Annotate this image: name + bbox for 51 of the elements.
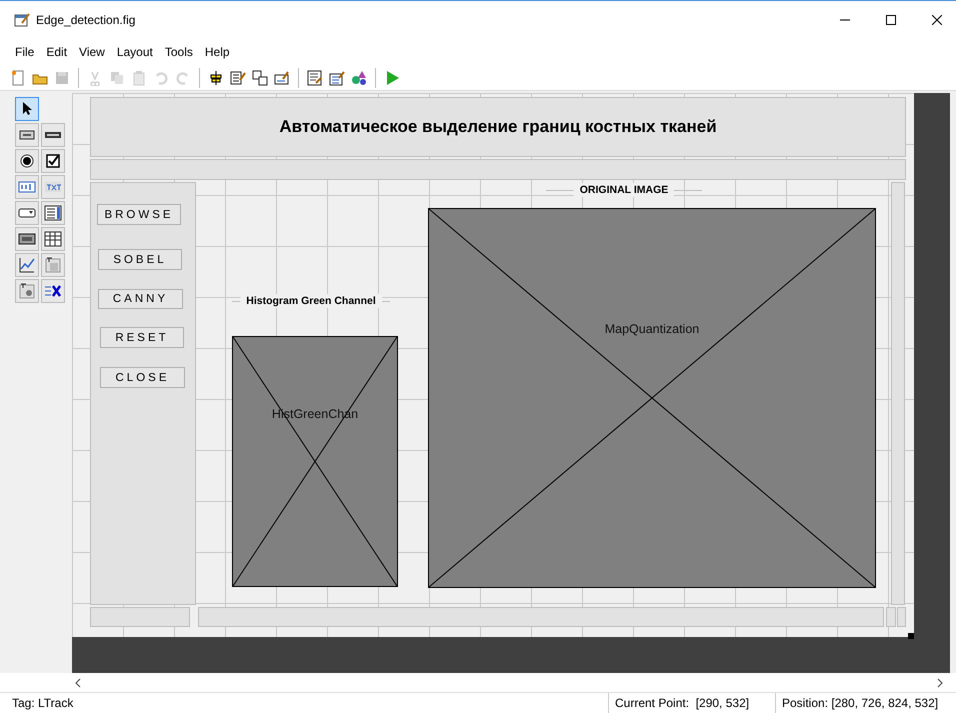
- palette-tool[interactable]: [41, 279, 65, 303]
- editor-icon[interactable]: [230, 70, 246, 86]
- palette-tool[interactable]: [41, 227, 65, 251]
- gui-button[interactable]: CLOSE: [100, 367, 185, 388]
- axes-placeholder[interactable]: [232, 336, 398, 587]
- blank-bar: [886, 607, 896, 627]
- menu-item[interactable]: Layout: [110, 44, 159, 58]
- menu-item[interactable]: Help: [198, 44, 236, 58]
- resize-handle[interactable]: [908, 633, 914, 639]
- menu-item[interactable]: File: [9, 44, 40, 58]
- panel-title: Histogram Green Channel: [240, 294, 382, 308]
- listbox-icon: [44, 204, 62, 222]
- palette-tool[interactable]: [41, 149, 65, 173]
- menu-item[interactable]: View: [73, 44, 111, 58]
- panel-icon: [44, 256, 62, 274]
- palette-tool[interactable]: [15, 253, 39, 277]
- gui-button[interactable]: SOBEL: [98, 249, 182, 270]
- panel-title: ORIGINAL IMAGE: [574, 183, 674, 197]
- palette-tool[interactable]: [15, 201, 39, 225]
- table-icon: [44, 230, 62, 248]
- radio-button-icon: [18, 152, 36, 170]
- palette-tool[interactable]: [15, 149, 39, 173]
- new-file-icon[interactable]: [10, 70, 26, 86]
- align-icon[interactable]: [208, 70, 224, 86]
- blank-bar: [897, 607, 906, 627]
- title-panel: Автоматическое выделение границ костных тканей: [90, 97, 906, 157]
- axes-tag: MapQuantization: [604, 322, 700, 336]
- palette-tool[interactable]: [15, 123, 39, 147]
- gui-button[interactable]: BROWSE: [97, 204, 181, 225]
- window-title: Edge_detection.fig: [36, 12, 136, 26]
- scroll-left-icon[interactable]: [74, 678, 82, 688]
- position-status: Position: [280, 726, 824, 532]: [775, 693, 956, 713]
- gui-button[interactable]: CANNY: [98, 289, 183, 309]
- tag-status: Tag: LTrack: [11, 695, 74, 712]
- run-icon[interactable]: [384, 70, 400, 86]
- menu-item[interactable]: Edit: [40, 44, 74, 58]
- checkbox-icon: [44, 152, 62, 170]
- close-icon: [932, 14, 942, 24]
- gui-button[interactable]: RESET: [100, 327, 184, 348]
- palette-tool[interactable]: [15, 97, 39, 121]
- axes-icon: [18, 256, 36, 274]
- menu-item[interactable]: Tools: [158, 44, 199, 58]
- m-file-icon[interactable]: [307, 70, 323, 86]
- button-group-icon: [18, 282, 36, 300]
- maximize-icon: [886, 14, 896, 24]
- palette-tool[interactable]: [15, 227, 39, 251]
- scroll-right-icon[interactable]: [936, 678, 944, 688]
- palette-tool[interactable]: [41, 123, 65, 147]
- current-point-status: Current Point: [290, 532]: [608, 693, 775, 713]
- palette-tool[interactable]: [41, 201, 65, 225]
- figure-file-icon: [14, 12, 30, 28]
